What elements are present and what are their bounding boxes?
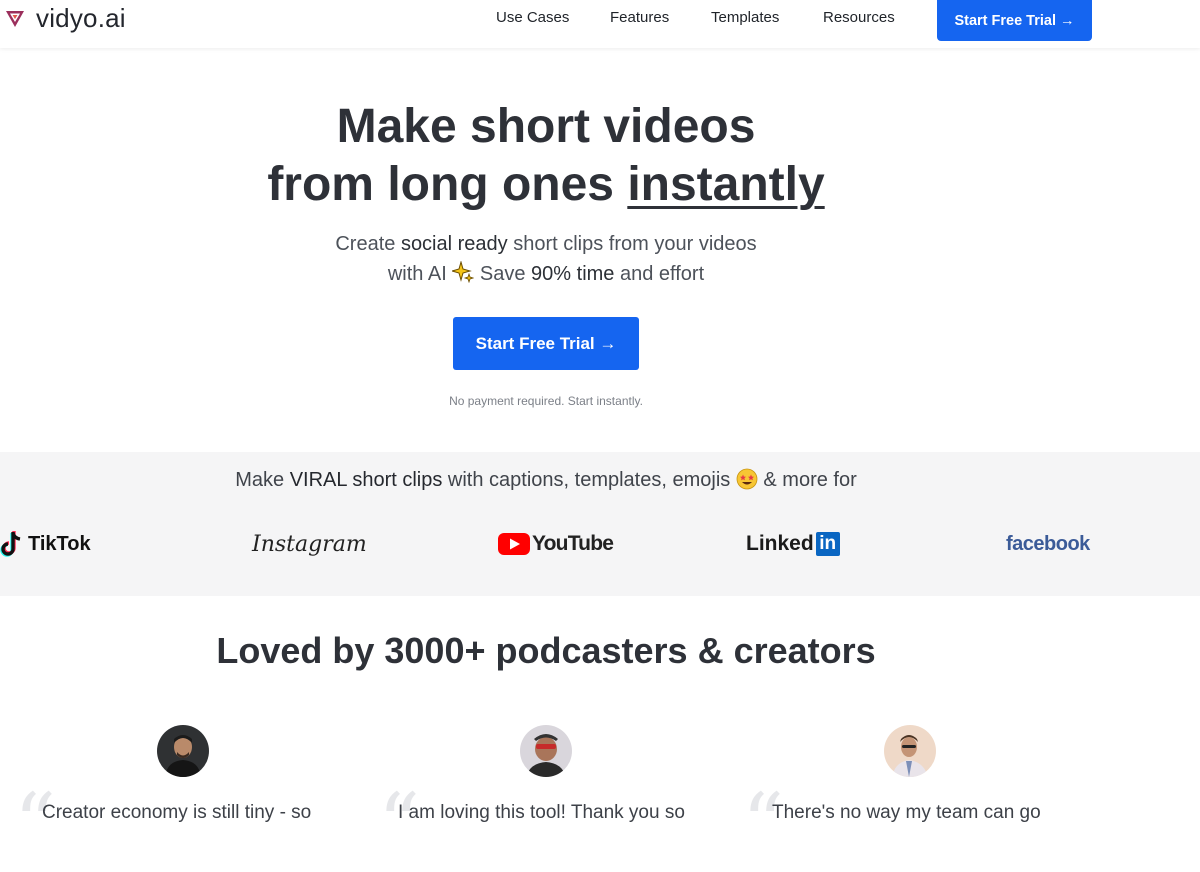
- testimonial-quote: Creator economy is still tiny - so: [42, 802, 312, 823]
- instagram-wordmark: Instagram: [252, 531, 367, 557]
- youtube-wordmark: YouTube: [532, 532, 614, 555]
- testimonials-heading: Loved by 3000+ podcasters & creators: [216, 630, 876, 671]
- nav-start-free-trial-button[interactable]: Start Free Trial →: [937, 0, 1092, 41]
- testimonial-avatar: [520, 725, 572, 777]
- facebook-wordmark: facebook: [1006, 532, 1090, 555]
- nav-link-templates[interactable]: Templates: [711, 9, 779, 26]
- platforms-tagline-text: & more for: [757, 469, 857, 491]
- platforms-tagline-emphasis: VIRAL short clips: [289, 469, 443, 491]
- facebook-logo: facebook: [1006, 527, 1090, 561]
- hero-subtitle-text: Create: [335, 233, 401, 255]
- testimonial-avatar: [157, 725, 209, 777]
- platforms-section: Make VIRAL short clips with captions, te…: [0, 452, 1200, 596]
- no-payment-note: No payment required. Start instantly.: [449, 394, 643, 408]
- nav-link-features[interactable]: Features: [610, 9, 669, 26]
- tiktok-wordmark: TikTok: [28, 532, 91, 555]
- hero-subtitle: Create social ready short clips from you…: [0, 229, 1092, 289]
- star-struck-emoji-icon: [736, 468, 758, 490]
- hero-title: Make short videos from long ones instant…: [0, 98, 1092, 214]
- hero-title-line-1: Make short videos: [336, 100, 756, 153]
- tiktok-logo: TikTok: [0, 527, 91, 561]
- linkedin-in-box: in: [815, 532, 840, 556]
- quote-mark-icon: “: [378, 777, 420, 872]
- person-avatar-icon: [884, 725, 936, 777]
- nav-link-use-cases[interactable]: Use Cases: [496, 9, 569, 26]
- platforms-tagline-text: with captions, templates, emojis: [442, 469, 736, 491]
- tiktok-icon: [0, 531, 21, 557]
- hero-title-line-2: from long ones: [267, 158, 628, 211]
- quote-mark-icon: “: [742, 777, 784, 872]
- brand-logo[interactable]: vidyo.ai: [4, 4, 126, 32]
- brand-name: vidyo.ai: [36, 3, 126, 33]
- nav-link-resources[interactable]: Resources: [823, 9, 895, 26]
- platforms-tagline: Make VIRAL short clips with captions, te…: [0, 468, 1092, 492]
- hero-subtitle-text: and effort: [614, 263, 705, 285]
- person-avatar-icon: [520, 725, 572, 777]
- youtube-logo: YouTube: [498, 527, 614, 561]
- testimonial-quote: I am loving this tool! Thank you so: [398, 802, 685, 823]
- testimonial-quote: There's no way my team can go: [772, 802, 1041, 823]
- hero-subtitle-emphasis: social ready: [400, 233, 508, 255]
- testimonial-avatar: [884, 725, 936, 777]
- top-navbar: vidyo.ai Use Cases Features Templates Re…: [0, 0, 1200, 48]
- hero-subtitle-text: Save: [474, 263, 532, 285]
- hero-start-free-trial-button[interactable]: Start Free Trial →: [453, 317, 639, 370]
- youtube-play-icon: [498, 533, 530, 555]
- linkedin-logo: Linked in: [746, 527, 840, 561]
- platforms-tagline-text: Make: [235, 469, 290, 491]
- hero-subtitle-emphasis: 90% time: [531, 263, 615, 285]
- hero-subtitle-text: with AI: [387, 263, 453, 285]
- quote-mark-icon: “: [14, 777, 56, 872]
- linkedin-wordmark: Linked: [746, 532, 814, 555]
- hero-subtitle-text: short clips from your videos: [507, 233, 757, 255]
- vidyo-logo-icon: [6, 11, 24, 27]
- hero-title-emphasis: instantly: [627, 158, 825, 211]
- sparkles-icon: [450, 260, 475, 284]
- person-avatar-icon: [157, 725, 209, 777]
- instagram-logo: Instagram: [252, 527, 367, 561]
